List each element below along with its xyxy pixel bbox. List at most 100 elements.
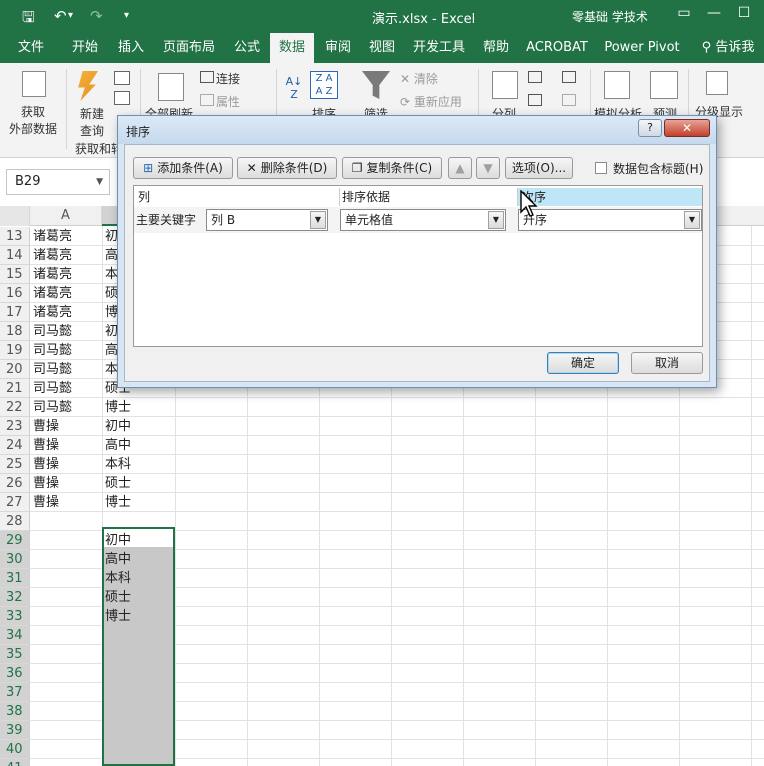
tab-view[interactable]: 视图 xyxy=(360,33,404,63)
cell-a[interactable] xyxy=(30,512,102,531)
cell-b[interactable] xyxy=(102,512,175,531)
data-validation-icon[interactable] xyxy=(562,71,576,83)
ribbon-display-icon[interactable]: ▭ xyxy=(674,5,694,25)
row-header[interactable]: 13 xyxy=(0,227,30,246)
cell-a[interactable] xyxy=(30,721,102,740)
cell-a[interactable] xyxy=(30,550,102,569)
row-header[interactable]: 30 xyxy=(0,550,30,569)
sort-column-select[interactable]: 列 B ▼ xyxy=(206,209,328,231)
properties-button[interactable]: 属性 xyxy=(216,93,246,110)
undo-dropdown-icon[interactable]: ▾ xyxy=(68,10,73,21)
cell-a[interactable]: 曹操 xyxy=(30,417,102,436)
name-box[interactable]: B29 ▼ xyxy=(6,169,110,195)
minimize-icon[interactable]: — xyxy=(704,5,724,25)
cell-b[interactable] xyxy=(102,683,175,702)
row-header[interactable]: 33 xyxy=(0,607,30,626)
cell-b[interactable]: 本科 xyxy=(102,455,175,474)
tab-power-pivot[interactable]: Power Pivot xyxy=(600,33,684,63)
cell-b[interactable]: 高中 xyxy=(102,550,175,569)
row-header[interactable]: 15 xyxy=(0,265,30,284)
consolidate-icon[interactable] xyxy=(562,94,576,106)
connections-button[interactable]: 连接 xyxy=(216,70,246,87)
tab-formulas[interactable]: 公式 xyxy=(224,33,270,63)
show-queries-icon[interactable] xyxy=(114,71,130,85)
cell-a[interactable] xyxy=(30,645,102,664)
tab-page-layout[interactable]: 页面布局 xyxy=(158,33,220,63)
cell-b[interactable] xyxy=(102,740,175,759)
row-header[interactable]: 18 xyxy=(0,322,30,341)
cell-a[interactable]: 诸葛亮 xyxy=(30,265,102,284)
help-button[interactable]: ? xyxy=(638,119,662,137)
row-header[interactable]: 23 xyxy=(0,417,30,436)
cell-a[interactable] xyxy=(30,683,102,702)
delete-level-button[interactable]: ✕ 删除条件(D) xyxy=(237,157,337,179)
tab-developer[interactable]: 开发工具 xyxy=(406,33,472,63)
row-header[interactable]: 38 xyxy=(0,702,30,721)
tab-help[interactable]: 帮助 xyxy=(474,33,518,63)
has-headers-label[interactable]: 数据包含标题(H) xyxy=(613,160,703,177)
cell-b[interactable] xyxy=(102,702,175,721)
flash-fill-icon[interactable] xyxy=(528,71,542,83)
row-header[interactable]: 29 xyxy=(0,531,30,550)
tell-me-search[interactable]: ⚲ 告诉我 xyxy=(692,33,764,63)
cell-a[interactable]: 司马懿 xyxy=(30,341,102,360)
from-table-icon[interactable] xyxy=(114,91,130,105)
has-headers-checkbox[interactable] xyxy=(595,162,607,174)
row-header[interactable]: 24 xyxy=(0,436,30,455)
cell-a[interactable] xyxy=(30,702,102,721)
tab-home[interactable]: 开始 xyxy=(62,33,108,63)
add-level-button[interactable]: ⊞ 添加条件(A) xyxy=(133,157,233,179)
sort-az-icon[interactable]: A↓ Z xyxy=(284,75,304,101)
row-header[interactable]: 22 xyxy=(0,398,30,417)
tab-acrobat[interactable]: ACROBAT xyxy=(522,33,592,63)
remove-duplicates-icon[interactable] xyxy=(528,94,542,106)
undo-icon[interactable]: ↶ xyxy=(54,7,67,25)
account-name[interactable]: 零基础 学技术 xyxy=(572,8,648,25)
tab-review[interactable]: 审阅 xyxy=(316,33,360,63)
cell-a[interactable]: 曹操 xyxy=(30,474,102,493)
tab-insert[interactable]: 插入 xyxy=(108,33,154,63)
cell-a[interactable] xyxy=(30,588,102,607)
move-up-button[interactable]: ▲ xyxy=(448,157,472,179)
cell-a[interactable] xyxy=(30,664,102,683)
cell-b[interactable]: 硕士 xyxy=(102,588,175,607)
cell-a[interactable]: 司马懿 xyxy=(30,379,102,398)
cell-a[interactable] xyxy=(30,607,102,626)
row-header[interactable]: 37 xyxy=(0,683,30,702)
get-external-data-button[interactable]: 获取 外部数据 xyxy=(2,103,64,137)
cell-a[interactable]: 诸葛亮 xyxy=(30,303,102,322)
row-header[interactable]: 26 xyxy=(0,474,30,493)
select-all-corner[interactable] xyxy=(0,206,30,226)
cancel-button[interactable]: 取消 xyxy=(631,352,703,374)
dialog-title-bar[interactable]: 排序 ? ✕ xyxy=(118,116,716,144)
cell-b[interactable] xyxy=(102,721,175,740)
row-header[interactable]: 14 xyxy=(0,246,30,265)
cell-a[interactable]: 曹操 xyxy=(30,436,102,455)
copy-level-button[interactable]: ❐ 复制条件(C) xyxy=(342,157,442,179)
ok-button[interactable]: 确定 xyxy=(547,352,619,374)
cell-a[interactable]: 司马懿 xyxy=(30,398,102,417)
cell-a[interactable]: 曹操 xyxy=(30,455,102,474)
close-button[interactable]: ✕ xyxy=(664,119,710,137)
cell-b[interactable] xyxy=(102,759,175,766)
cell-b[interactable]: 高中 xyxy=(102,436,175,455)
clear-filter-button[interactable]: ✕ 清除 xyxy=(400,70,450,87)
new-query-button[interactable]: 新建 查询 xyxy=(72,105,112,139)
redo-icon[interactable]: ↷ xyxy=(90,7,103,25)
row-header[interactable]: 39 xyxy=(0,721,30,740)
chevron-down-icon[interactable]: ▼ xyxy=(96,170,103,194)
row-header[interactable]: 16 xyxy=(0,284,30,303)
row-header[interactable]: 27 xyxy=(0,493,30,512)
cell-a[interactable] xyxy=(30,531,102,550)
cell-b[interactable] xyxy=(102,664,175,683)
cell-a[interactable] xyxy=(30,759,102,766)
sort-on-select[interactable]: 单元格值 ▼ xyxy=(340,209,506,231)
tab-file[interactable]: 文件 xyxy=(8,33,54,63)
move-down-button[interactable]: ▼ xyxy=(476,157,500,179)
chevron-down-icon[interactable]: ▼ xyxy=(310,211,326,229)
cell-b[interactable] xyxy=(102,626,175,645)
row-header[interactable]: 31 xyxy=(0,569,30,588)
row-header[interactable]: 19 xyxy=(0,341,30,360)
cell-a[interactable] xyxy=(30,626,102,645)
cell-a[interactable]: 曹操 xyxy=(30,493,102,512)
